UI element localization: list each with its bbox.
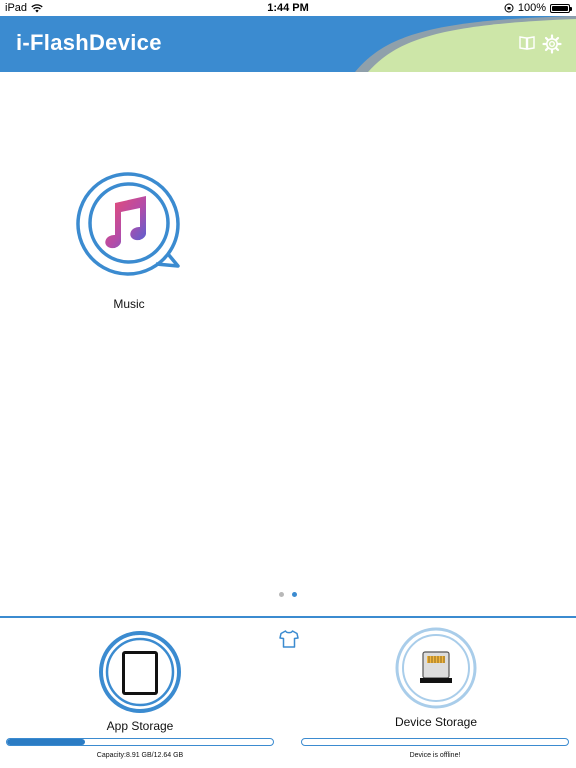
battery-fill [552,5,568,11]
status-time: 1:44 PM [267,2,309,14]
device-storage-button[interactable]: Device Storage [384,626,488,729]
battery-percent: 100% [517,2,546,14]
app-storage-label: App Storage [106,719,174,733]
device-storage-progress [301,738,569,746]
theme-button[interactable] [278,628,300,650]
orientation-lock-icon [504,3,514,13]
app-storage-capacity: Capacity:8.91 GB/12.64 GB [96,752,184,759]
status-right: 100% [504,2,572,14]
app-tile-label: Music [113,297,145,311]
app-storage-progress-fill [7,739,86,745]
app-title: i-FlashDevice [16,30,162,55]
app-storage-button[interactable]: App Storage [88,630,192,733]
device-storage-label: Device Storage [394,715,478,729]
page-dot[interactable] [292,592,297,597]
music-note-icon [76,172,180,276]
device-storage-status: Device is offline! [409,752,461,759]
status-bar: iPad 1:44 PM 100% [0,0,576,16]
gear-icon [542,34,562,54]
lightning-connector-icon [395,627,477,709]
page-indicator[interactable] [279,592,297,597]
app-header: i-FlashDevice [0,16,576,72]
music-app-tile[interactable]: Music [74,172,184,311]
tablet-icon [99,631,181,713]
app-storage-progress [6,738,274,746]
bottom-divider [0,616,576,618]
tshirt-icon [279,630,299,648]
page-dot[interactable] [279,592,284,597]
battery-icon [550,3,572,13]
guide-button[interactable] [518,34,538,54]
settings-button[interactable] [542,34,562,54]
book-icon [519,36,535,50]
